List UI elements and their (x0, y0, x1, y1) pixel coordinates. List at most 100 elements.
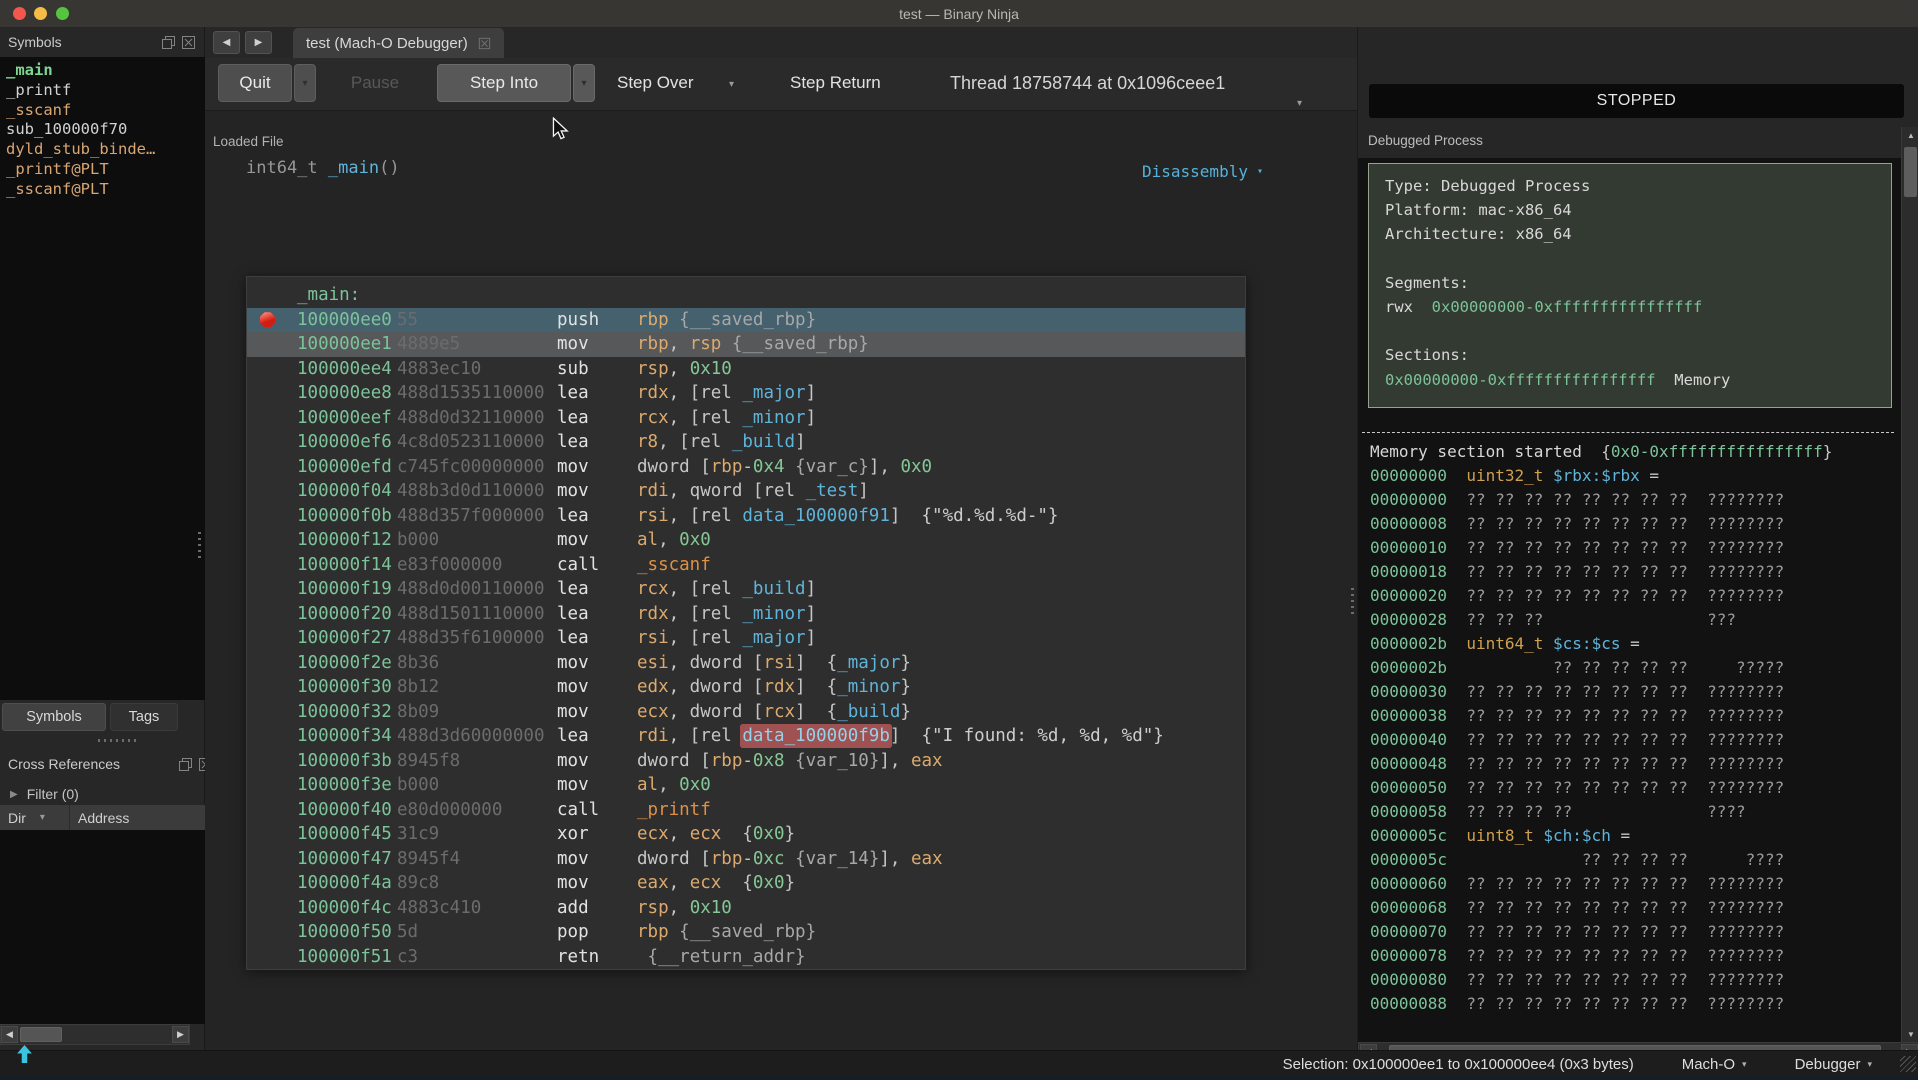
quit-button[interactable]: Quit (218, 64, 292, 102)
xrefs-column-dir[interactable]: Dir ▾ (0, 805, 70, 830)
symbol-item[interactable]: _sscanf@PLT (0, 180, 205, 200)
zoom-window-button[interactable] (56, 7, 69, 20)
disasm-row[interactable]: 100000f19488d0d00110000learcx, [rel _bui… (247, 577, 1245, 602)
pause-button[interactable]: Pause (345, 64, 405, 102)
right-splitter-handle[interactable] (1351, 588, 1354, 614)
tab-tags[interactable]: Tags (110, 703, 178, 731)
scroll-thumb[interactable] (1904, 147, 1917, 197)
memory-row[interactable]: 0000002b uint64_t $cs:$cs = (1370, 634, 1832, 658)
disasm-label-row[interactable]: _main: (247, 283, 1245, 308)
disasm-row[interactable]: 100000f0b488d357f000000learsi, [rel data… (247, 504, 1245, 529)
disasm-row[interactable]: 100000f04488b3d0d110000movrdi, qword [re… (247, 479, 1245, 504)
memory-row[interactable]: 00000050 ?? ?? ?? ?? ?? ?? ?? ?? ???????… (1370, 778, 1832, 802)
disasm-row[interactable]: 100000ee44883ec10subrsp, 0x10 (247, 357, 1245, 382)
document-tab[interactable]: test (Mach-O Debugger) (293, 28, 504, 58)
disasm-row[interactable]: 100000f34488d3d60000000leardi, [rel data… (247, 724, 1245, 749)
thread-dropdown-icon[interactable]: ▾ (1297, 98, 1302, 109)
xrefs-filter-toggle[interactable]: ▶ Filter (0) (10, 783, 79, 805)
memory-row[interactable]: 00000030 ?? ?? ?? ?? ?? ?? ?? ?? ???????… (1370, 682, 1832, 706)
memory-row[interactable]: 00000070 ?? ?? ?? ?? ?? ?? ?? ?? ???????… (1370, 922, 1832, 946)
memory-row[interactable]: 00000010 ?? ?? ?? ?? ?? ?? ?? ?? ???????… (1370, 538, 1832, 562)
memory-row[interactable]: 0000002b ?? ?? ?? ?? ?? ????? (1370, 658, 1832, 682)
step-over-dropdown-icon[interactable]: ▾ (729, 79, 734, 90)
tab-close-icon[interactable] (478, 37, 491, 50)
memory-row[interactable]: 00000000 uint32_t $rbx:$rbx = (1370, 466, 1832, 490)
scroll-left-icon[interactable]: ◀ (1, 1026, 18, 1043)
thread-selector[interactable]: Thread 18758744 at 0x1096ceee1 (950, 64, 1225, 102)
memory-row[interactable]: 00000018 ?? ?? ?? ?? ?? ?? ?? ?? ???????… (1370, 562, 1832, 586)
disasm-row[interactable]: 100000f12b000moval, 0x0 (247, 528, 1245, 553)
disasm-row[interactable]: 100000efdc745fc00000000movdword [rbp-0x4… (247, 455, 1245, 480)
scroll-right-icon[interactable]: ▶ (172, 1026, 189, 1043)
disasm-row[interactable]: 100000f3b8945f8movdword [rbp-0x8 {var_10… (247, 749, 1245, 774)
memory-row[interactable]: 00000078 ?? ?? ?? ?? ?? ?? ?? ?? ???????… (1370, 946, 1832, 970)
disasm-row[interactable]: 100000ee14889e5movrbp, rsp {__saved_rbp} (247, 332, 1245, 357)
nav-back-button[interactable]: ◀ (213, 31, 240, 54)
resize-grip[interactable] (1900, 1056, 1916, 1072)
step-over-button[interactable]: Step Over (617, 64, 694, 102)
disasm-row[interactable]: 100000f27488d35f6100000learsi, [rel _maj… (247, 626, 1245, 651)
disasm-row[interactable]: 100000f40e80d000000call_printf (247, 798, 1245, 823)
disasm-row[interactable]: 100000f478945f4movdword [rbp-0xc {var_14… (247, 847, 1245, 872)
disasm-row[interactable]: 100000eef488d0d32110000learcx, [rel _min… (247, 406, 1245, 431)
memory-row[interactable]: 00000020 ?? ?? ?? ?? ?? ?? ?? ?? ???????… (1370, 586, 1832, 610)
memory-vertical-scrollbar[interactable]: ▲ ▼ (1901, 127, 1918, 1042)
file-format-selector[interactable]: Mach-O ▾ (1682, 1056, 1747, 1073)
disasm-row[interactable]: 100000f4a89c8moveax, ecx {0x0} (247, 871, 1245, 896)
symbol-item[interactable]: _sscanf (0, 101, 205, 121)
memory-row[interactable]: 00000040 ?? ?? ?? ?? ?? ?? ?? ?? ???????… (1370, 730, 1832, 754)
disasm-row[interactable]: 100000f2e8b36movesi, dword [rsi] {_major… (247, 651, 1245, 676)
quit-dropdown-button[interactable]: ▾ (294, 64, 316, 102)
memory-row[interactable]: 00000060 ?? ?? ?? ?? ?? ?? ?? ?? ???????… (1370, 874, 1832, 898)
step-into-button[interactable]: Step Into (437, 64, 571, 102)
disasm-row[interactable]: 100000f4531c9xorecx, ecx {0x0} (247, 822, 1245, 847)
disasm-row[interactable]: 100000f20488d1501110000leardx, [rel _min… (247, 602, 1245, 627)
memory-row[interactable]: 00000058 ?? ?? ?? ?? ???? (1370, 802, 1832, 826)
memory-row[interactable]: 00000048 ?? ?? ?? ?? ?? ?? ?? ?? ???????… (1370, 754, 1832, 778)
sidebar-horizontal-scrollbar[interactable]: ◀ ▶ (0, 1024, 190, 1045)
step-return-button[interactable]: Step Return (790, 64, 881, 102)
view-type-selector[interactable]: Disassembly ▾ (1142, 162, 1263, 181)
memory-row[interactable]: 00000000 ?? ?? ?? ?? ?? ?? ?? ?? ???????… (1370, 490, 1832, 514)
memory-row[interactable]: 00000038 ?? ?? ?? ?? ?? ?? ?? ?? ???????… (1370, 706, 1832, 730)
scroll-thumb[interactable] (20, 1027, 62, 1042)
disasm-row[interactable]: 100000ef64c8d0523110000lear8, [rel _buil… (247, 430, 1245, 455)
memory-row[interactable]: 0000005c uint8_t $ch:$ch = (1370, 826, 1832, 850)
scroll-up-icon[interactable]: ▲ (1902, 127, 1918, 143)
close-panel-icon[interactable] (181, 35, 196, 50)
memory-row[interactable]: 00000080 ?? ?? ?? ?? ?? ?? ?? ?? ???????… (1370, 970, 1832, 994)
navigation-up-icon[interactable] (16, 1045, 33, 1064)
breakpoint-icon[interactable] (260, 312, 275, 327)
disasm-row[interactable]: 100000f3eb000moval, 0x0 (247, 773, 1245, 798)
disasm-row[interactable]: 100000ee055pushrbp {__saved_rbp} (247, 308, 1245, 333)
symbol-item[interactable]: _printf (0, 81, 205, 101)
nav-forward-button[interactable]: ▶ (245, 31, 272, 54)
disasm-row[interactable]: 100000f4c4883c410addrsp, 0x10 (247, 896, 1245, 921)
memory-row[interactable]: 00000028 ?? ?? ?? ??? (1370, 610, 1832, 634)
disasm-row[interactable]: 100000f308b12movedx, dword [rdx] {_minor… (247, 675, 1245, 700)
memory-row[interactable]: 00000088 ?? ?? ?? ?? ?? ?? ?? ?? ???????… (1370, 994, 1832, 1018)
memory-row[interactable]: 00000008 ?? ?? ?? ?? ?? ?? ?? ?? ???????… (1370, 514, 1832, 538)
symbol-item[interactable]: sub_100000f70 (0, 120, 205, 140)
view-mode-selector[interactable]: Debugger ▾ (1795, 1056, 1872, 1073)
disasm-row[interactable]: 100000f328b09movecx, dword [rcx] {_build… (247, 700, 1245, 725)
scroll-down-icon[interactable]: ▼ (1902, 1026, 1918, 1042)
minimize-window-button[interactable] (34, 7, 47, 20)
disasm-row[interactable]: 100000ee8488d1535110000leardx, [rel _maj… (247, 381, 1245, 406)
popout-panel-icon[interactable] (161, 35, 176, 50)
symbol-item[interactable]: dyld_stub_binde… (0, 140, 205, 160)
sidebar-splitter-handle[interactable] (198, 532, 201, 558)
disasm-row[interactable]: 100000f505dpoprbp {__saved_rbp} (247, 920, 1245, 945)
memory-row[interactable]: 0000005c ?? ?? ?? ?? ???? (1370, 850, 1832, 874)
close-window-button[interactable] (13, 7, 26, 20)
step-into-dropdown-button[interactable]: ▾ (573, 64, 595, 102)
symbol-item[interactable]: _printf@PLT (0, 160, 205, 180)
tab-symbols[interactable]: Symbols (2, 703, 106, 731)
popout-panel-icon[interactable] (178, 757, 193, 772)
symbol-item[interactable]: _main (0, 61, 205, 81)
memory-row[interactable]: 00000068 ?? ?? ?? ?? ?? ?? ?? ?? ???????… (1370, 898, 1832, 922)
disasm-row[interactable]: 100000f51c3retn {__return_addr} (247, 945, 1245, 970)
disasm-row[interactable]: 100000f14e83f000000call_sscanf (247, 553, 1245, 578)
panel-resize-handle[interactable] (98, 739, 138, 742)
xrefs-column-address[interactable]: Address (70, 810, 129, 826)
